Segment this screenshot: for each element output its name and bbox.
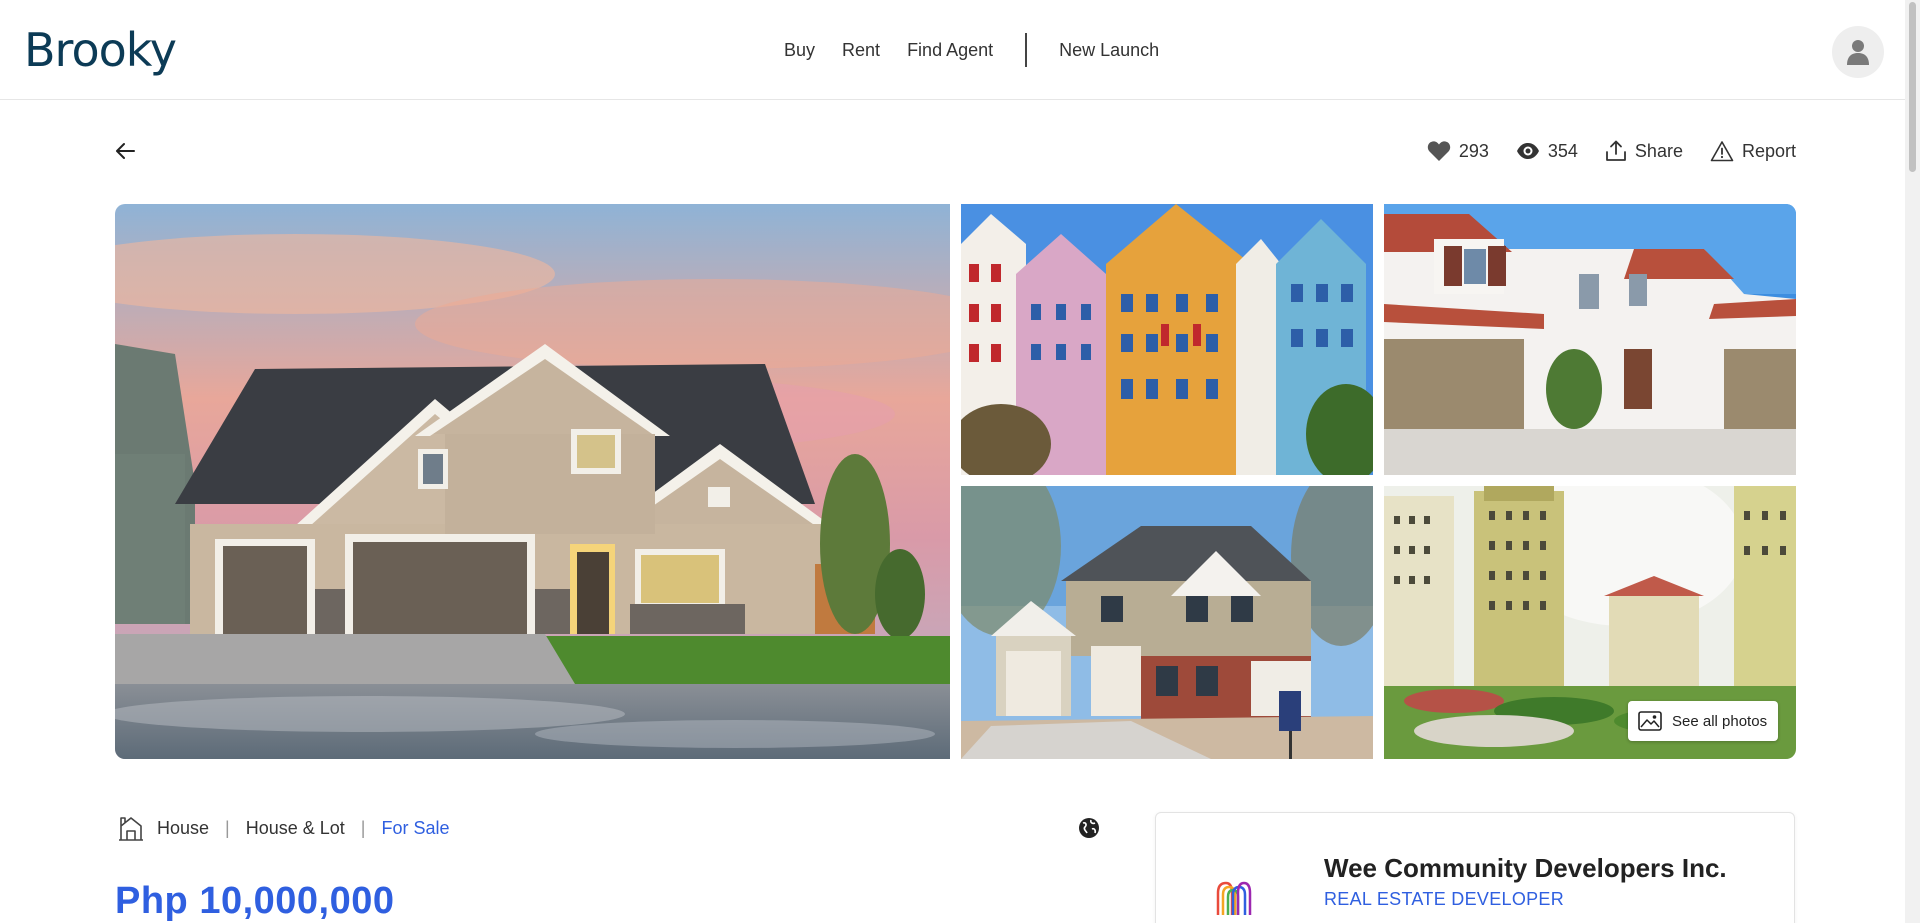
house-icon [119,817,143,841]
views-indicator: 354 [1516,141,1578,162]
developer-logo [1216,881,1252,915]
developer-name[interactable]: Wee Community Developers Inc. [1324,853,1727,884]
nav-divider [1025,33,1028,67]
warning-triangle-icon [1710,141,1734,162]
gallery-photo-4[interactable] [961,486,1373,759]
listing-categories: House | House & Lot | For Sale [117,814,450,842]
user-icon [1847,40,1869,65]
like-button[interactable]: 293 [1427,140,1489,162]
scrollbar-thumb[interactable] [1909,2,1916,172]
subcategory-label: House & Lot [245,817,345,838]
listing-price: Php 10,000,000 [115,880,395,922]
site-header: Brooky Buy Rent Find Agent New Launch [0,0,1920,100]
see-all-photos-button[interactable]: See all photos [1628,701,1778,741]
report-button[interactable]: Report [1710,140,1796,162]
share-label: Share [1634,140,1683,161]
eye-icon [1516,143,1539,159]
user-avatar-button[interactable] [1832,26,1884,78]
nav-rent[interactable]: Rent [842,40,880,61]
share-icon [1606,140,1626,161]
image-icon [1638,711,1662,731]
arrow-left-icon [116,143,135,159]
listing-status[interactable]: For Sale [381,818,449,839]
gallery-photo-3[interactable] [1384,204,1796,475]
heart-icon [1427,141,1451,161]
gallery-photo-main[interactable] [115,204,950,759]
photo-gallery [115,204,1796,759]
category-separator: | [225,817,230,838]
report-label: Report [1741,140,1796,161]
developer-card[interactable]: Wee Community Developers Inc. REAL ESTAT… [1155,812,1795,923]
back-button[interactable] [114,139,138,163]
globe-button[interactable] [1078,817,1100,839]
nav-buy[interactable]: Buy [784,40,815,61]
page-scrollbar[interactable] [1905,0,1920,923]
category-label: House [157,817,210,838]
see-all-photos-label: See all photos [1672,712,1768,730]
main-nav: Buy Rent Find Agent New Launch [784,30,1159,70]
share-button[interactable]: Share [1605,140,1683,162]
developer-type: REAL ESTATE DEVELOPER [1324,889,1565,909]
listing-actions: 293 354 Share Report [1427,139,1796,163]
brooky-logo[interactable]: Brooky [24,22,177,78]
likes-count: 293 [1458,140,1489,161]
category-separator: | [360,817,366,838]
globe-icon [1079,818,1099,838]
nav-find-agent[interactable]: Find Agent [907,40,993,61]
gallery-photo-2[interactable] [961,204,1373,475]
nav-new-launch[interactable]: New Launch [1059,40,1159,61]
views-count: 354 [1547,140,1578,161]
